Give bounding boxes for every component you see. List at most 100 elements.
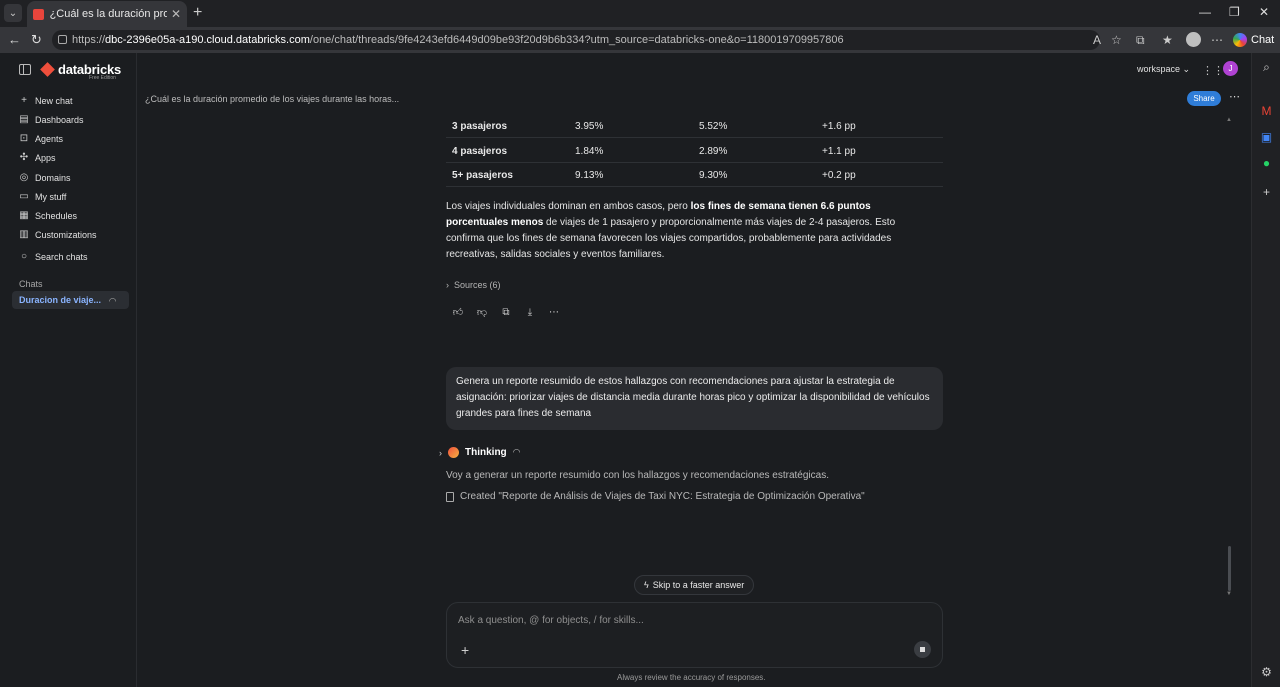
- domain-icon: ◎: [19, 172, 29, 183]
- table-cell: +1.6 pp: [822, 121, 856, 132]
- scrollbar-thumb[interactable]: [1228, 546, 1231, 591]
- more-options-icon[interactable]: ⋯: [1229, 90, 1240, 103]
- browser-profile-avatar[interactable]: [1186, 32, 1201, 47]
- chat-item-label: Duracion de viaje...: [19, 295, 102, 305]
- sidebar-item-label: Search chats: [35, 252, 88, 262]
- accuracy-disclaimer: Always review the accuracy of responses.: [617, 673, 766, 682]
- table-cell: 9.30%: [699, 170, 728, 181]
- created-document-status[interactable]: Created "Reporte de Análisis de Viajes d…: [446, 491, 865, 502]
- message-actions: 👍︎ 👎︎ ⧉ ⤓ ⋯: [452, 307, 560, 319]
- sidebar-item-label: New chat: [35, 96, 73, 106]
- sidebar-toggle-icon[interactable]: [19, 64, 31, 75]
- table-cell: 1.84%: [575, 146, 604, 157]
- calendar-app-icon[interactable]: ▣: [1260, 131, 1273, 144]
- answer-paragraph: Los viajes individuales dominan en ambos…: [446, 199, 926, 263]
- skip-faster-answer-button[interactable]: ϟ Skip to a faster answer: [634, 575, 755, 595]
- sidebar-item-label: My stuff: [35, 192, 67, 202]
- attach-plus-icon[interactable]: +: [461, 642, 469, 658]
- gmail-icon[interactable]: M: [1260, 105, 1273, 118]
- address-bar[interactable]: https://dbc-2396e05a-a190.cloud.databric…: [52, 30, 1100, 50]
- workspace-label: workspace: [1137, 64, 1181, 74]
- browser-toolbar: ← ↻ https://dbc-2396e05a-a190.cloud.data…: [0, 27, 1280, 53]
- browser-menu-icon[interactable]: ⋯: [1211, 33, 1223, 47]
- search-icon[interactable]: ⌕: [1260, 61, 1273, 74]
- scroll-down-arrow-icon[interactable]: ▼: [1226, 591, 1232, 597]
- table-cell: 2.89%: [699, 146, 728, 157]
- extensions-icon[interactable]: ⧉: [1136, 33, 1145, 48]
- add-sidebar-app-icon[interactable]: +: [1260, 186, 1273, 199]
- browser-sidebar: ⌕ M ▣ ● + ⚙: [1251, 53, 1280, 687]
- answer-text-start: Los viajes individuales dominan en ambos…: [446, 201, 691, 212]
- settings-gear-icon[interactable]: ⚙: [1260, 666, 1273, 679]
- read-aloud-icon[interactable]: A: [1093, 33, 1101, 47]
- more-actions-icon[interactable]: ⋯: [548, 307, 560, 319]
- stop-generation-button[interactable]: [914, 641, 931, 658]
- site-info-icon[interactable]: [58, 35, 67, 44]
- url-host: dbc-2396e05a-a190.cloud.databricks.com: [105, 34, 310, 46]
- sidebar-item-new-chat[interactable]: + New chat: [19, 95, 73, 107]
- tab-close-icon[interactable]: ✕: [171, 7, 181, 21]
- back-icon[interactable]: ←: [8, 32, 21, 47]
- plus-icon: +: [21, 95, 27, 106]
- copilot-chat-button[interactable]: Chat: [1233, 31, 1274, 49]
- user-avatar[interactable]: J: [1223, 61, 1238, 76]
- restore-icon[interactable]: ❐: [1229, 5, 1240, 19]
- table-cell: 3 pasajeros: [452, 121, 508, 132]
- copy-icon[interactable]: ⧉: [500, 307, 512, 319]
- browser-tab-active[interactable]: ¿Cuál es la duración promedio de ✕: [27, 1, 187, 27]
- sidebar-item-label: Customizations: [35, 230, 97, 240]
- share-button[interactable]: Share: [1187, 91, 1221, 106]
- left-sidebar: databricks Free Edition + New chat ▤ Dashb…: [0, 53, 137, 687]
- sidebar-item-label: Dashboards: [35, 115, 84, 125]
- tab-search-button[interactable]: ⌄: [4, 4, 22, 22]
- sidebar-item-schedules[interactable]: ▦ Schedules: [19, 211, 78, 222]
- sidebar-item-dashboards[interactable]: ▤ Dashboards: [19, 114, 84, 126]
- apps-icon: ✣: [19, 152, 29, 163]
- document-icon: [446, 492, 454, 502]
- whatsapp-icon[interactable]: ●: [1260, 157, 1273, 170]
- sources-label: Sources (6): [454, 280, 501, 290]
- sidebar-item-agents[interactable]: ⊡ Agents: [19, 134, 64, 145]
- chat-input[interactable]: Ask a question, @ for objects, / for ski…: [458, 615, 644, 626]
- thinking-toggle[interactable]: › Thinking ◠: [439, 447, 521, 458]
- table-cell: 3.95%: [575, 121, 604, 132]
- lightning-icon: ϟ: [644, 580, 649, 590]
- sidebar-item-label: Schedules: [35, 211, 78, 221]
- assistant-status-text: Voy a generar un reporte resumido con lo…: [446, 470, 829, 481]
- scroll-up-arrow-icon[interactable]: ▲: [1226, 117, 1232, 123]
- brand-edition: Free Edition: [89, 75, 116, 81]
- dashboard-icon: ▤: [19, 114, 29, 125]
- sidebar-item-label: Domains: [35, 173, 71, 183]
- table-cell: 4 pasajeros: [452, 146, 508, 157]
- conversation-title: ¿Cuál es la duración promedio de los via…: [145, 94, 400, 104]
- minimize-icon[interactable]: —: [1199, 5, 1211, 19]
- sidebar-chat-item-active[interactable]: Duracion de viaje... ◠: [12, 291, 129, 309]
- workspace-switcher[interactable]: workspace ⌄: [1137, 64, 1190, 75]
- loading-spinner-icon: ◠: [109, 296, 116, 306]
- databricks-favicon-icon: [33, 8, 44, 20]
- folder-icon: ▭: [19, 191, 29, 202]
- browser-tabstrip: ⌄ ¿Cuál es la duración promedio de ✕ + —…: [0, 0, 1280, 27]
- table-cell: +1.1 pp: [822, 146, 856, 157]
- app-launcher-icon[interactable]: ⋮⋮: [1202, 64, 1224, 77]
- sidebar-item-label: Agents: [35, 134, 64, 144]
- thumbs-up-icon[interactable]: 👍︎: [452, 307, 464, 319]
- table-cell: 9.13%: [575, 170, 604, 181]
- table-row: 5+ pasajeros 9.13% 9.30% +0.2 pp: [446, 163, 943, 187]
- favorite-star-icon[interactable]: ☆: [1111, 33, 1122, 47]
- sidebar-item-my-stuff[interactable]: ▭ My stuff: [19, 191, 67, 203]
- thumbs-down-icon[interactable]: 👎︎: [476, 307, 488, 319]
- sidebar-item-search-chats[interactable]: ○ Search chats: [19, 252, 88, 263]
- sidebar-item-apps[interactable]: ✣ Apps: [19, 152, 56, 164]
- download-icon[interactable]: ⤓: [524, 307, 536, 319]
- table-cell: +0.2 pp: [822, 170, 856, 181]
- sources-toggle[interactable]: › Sources (6): [446, 280, 501, 290]
- chat-composer: Ask a question, @ for objects, / for ski…: [446, 602, 943, 668]
- sidebar-item-domains[interactable]: ◎ Domains: [19, 172, 71, 184]
- sidebar-item-customizations[interactable]: ▥ Customizations: [19, 230, 97, 241]
- close-window-icon[interactable]: ✕: [1259, 5, 1269, 19]
- reload-icon[interactable]: ↻: [31, 32, 42, 48]
- new-tab-icon[interactable]: +: [193, 4, 202, 22]
- copilot-icon: [1233, 33, 1247, 47]
- favorites-icon[interactable]: ★: [1162, 33, 1173, 47]
